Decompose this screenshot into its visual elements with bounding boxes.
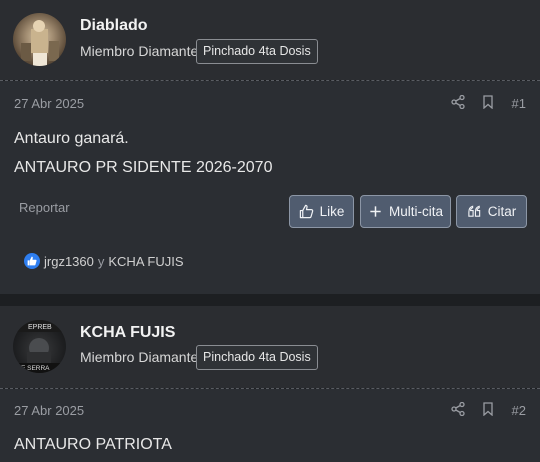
post-1-header: Diablado Miembro Diamante Pinchado 4ta D… <box>0 0 540 80</box>
post-1-body: 27 Abr 2025 #1 Antauro ganará. ANTAURO P… <box>0 81 540 294</box>
user-badge: Pinchado 4ta Dosis <box>196 39 318 64</box>
user-title: Miembro Diamante <box>80 349 199 365</box>
reaction-conjunction: y <box>97 253 105 269</box>
post-number[interactable]: #1 <box>512 96 526 111</box>
username[interactable]: Diablado <box>80 17 148 35</box>
bookmark-icon[interactable] <box>481 95 495 109</box>
like-button[interactable]: Like <box>289 195 354 228</box>
thumbs-up-icon <box>299 204 313 219</box>
reactions-bar: jrgz1360 y KCHA FUJIS <box>24 253 184 269</box>
avatar-text-bottom: TE SERRA <box>17 365 50 372</box>
thumbs-up-icon <box>24 253 40 269</box>
quote-icon <box>468 205 480 217</box>
post-content-line: Antauro ganará. <box>14 130 129 147</box>
share-icon[interactable] <box>451 95 465 109</box>
post-content-line: ANTAURO PATRIOTA <box>14 436 172 453</box>
multi-quote-label: Multi-cita <box>388 204 443 219</box>
username[interactable]: KCHA FUJIS <box>80 324 175 342</box>
like-label: Like <box>319 204 345 219</box>
multi-quote-button[interactable]: Multi-cita <box>360 195 451 228</box>
post-2-header: EPREB TE SERRA KCHA FUJIS Miembro Diaman… <box>0 306 540 388</box>
user-title: Miembro Diamante <box>80 43 199 59</box>
avatar-text-top: EPREB <box>28 324 52 331</box>
post-content-line: ANTAURO PR SIDENTE 2026-2070 <box>14 159 273 176</box>
avatar[interactable]: EPREB TE SERRA <box>13 320 66 373</box>
avatar-image <box>21 20 59 66</box>
post-date[interactable]: 27 Abr 2025 <box>14 403 84 418</box>
plus-icon <box>370 206 381 217</box>
quote-label: Citar <box>487 204 517 219</box>
report-link[interactable]: Reportar <box>19 200 70 215</box>
post-2-body: 27 Abr 2025 #2 ANTAURO PATRIOTA <box>0 389 540 462</box>
reaction-user-link[interactable]: jrgz1360 <box>44 254 94 269</box>
avatar-image: EPREB TE SERRA <box>13 320 66 373</box>
user-badge: Pinchado 4ta Dosis <box>196 345 318 370</box>
post-number[interactable]: #2 <box>512 403 526 418</box>
quote-button[interactable]: Citar <box>456 195 527 228</box>
reaction-user-link[interactable]: KCHA FUJIS <box>108 254 183 269</box>
bookmark-icon[interactable] <box>481 402 495 416</box>
post-date[interactable]: 27 Abr 2025 <box>14 96 84 111</box>
avatar[interactable] <box>13 13 66 66</box>
share-icon[interactable] <box>451 402 465 416</box>
